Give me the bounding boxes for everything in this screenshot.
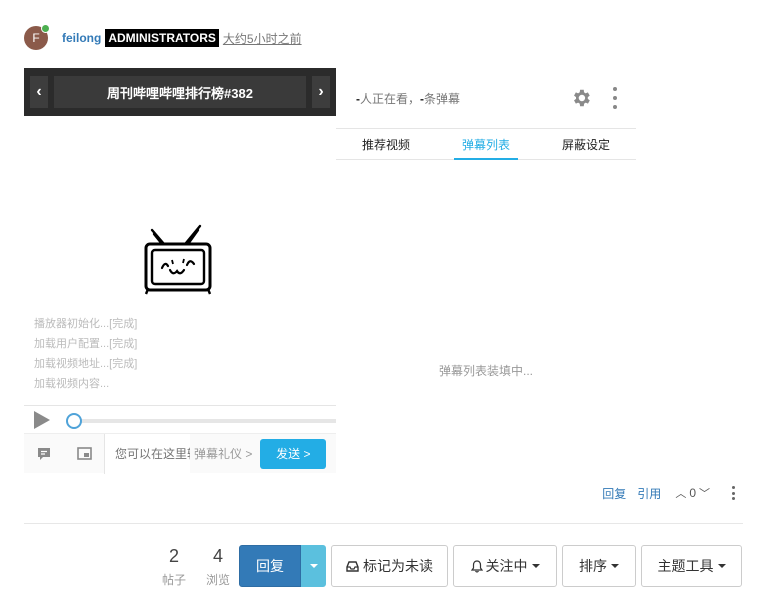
loading-message: 加载用户配置...[完成] bbox=[34, 338, 138, 350]
vote-count[interactable]: 0 bbox=[689, 486, 696, 500]
downvote-icon[interactable]: ﹀ bbox=[699, 485, 710, 501]
loading-messages: 播放器初始化...[完成] 加载用户配置...[完成] 加载视频地址...[完成… bbox=[34, 314, 137, 394]
group-badge[interactable]: ADMINISTRATORS bbox=[105, 29, 219, 47]
loading-message: 播放器初始化...[完成] bbox=[34, 318, 138, 330]
danmaku-style-button[interactable] bbox=[24, 434, 64, 474]
danmaku-side-panel: -人正在看，-条弹幕 推荐视频 弹幕列表 屏蔽设定 弹幕列表装填中... bbox=[336, 68, 636, 473]
watching-label: 关注中 bbox=[485, 558, 528, 574]
post-timeago-link[interactable]: 大约5小时之前 bbox=[223, 30, 302, 47]
vote-widget: ︿ 0 ﹀ bbox=[675, 485, 710, 501]
views-stat: 4 浏览 bbox=[198, 546, 238, 588]
danmaku-etiquette-link[interactable]: 弹幕礼仪 > bbox=[194, 445, 252, 462]
caret-down-icon bbox=[309, 564, 318, 568]
viewer-text: 人正在看， bbox=[360, 91, 421, 106]
video-player: ‹ 周刊哔哩哔哩排行榜#382 › 播放器初始化...[完成] 加载用户配置..… bbox=[24, 68, 336, 474]
video-screen[interactable]: 播放器初始化...[完成] 加载用户配置...[完成] 加载视频地址...[完成… bbox=[24, 116, 336, 405]
bell-icon bbox=[470, 559, 483, 573]
views-label: 浏览 bbox=[205, 573, 230, 587]
tab-block-settings[interactable]: 屏蔽设定 bbox=[536, 129, 636, 159]
danmaku-send-bar: 弹幕礼仪 > 发送 > bbox=[24, 433, 336, 474]
mark-unread-button[interactable]: 标记为未读 bbox=[331, 545, 448, 587]
posts-label: 帖子 bbox=[161, 573, 186, 587]
views-count: 4 bbox=[212, 546, 223, 566]
send-danmaku-button[interactable]: 发送 > bbox=[260, 438, 327, 469]
danmaku-toggle-button[interactable] bbox=[64, 434, 104, 474]
gear-icon[interactable] bbox=[570, 87, 592, 109]
username-link[interactable]: feilong bbox=[62, 31, 101, 45]
player-title-bar: ‹ 周刊哔哩哔哩排行榜#382 › bbox=[24, 68, 336, 116]
avatar[interactable]: F bbox=[24, 24, 50, 50]
upvote-icon[interactable]: ︿ bbox=[675, 485, 686, 501]
reply-link[interactable]: 回复 bbox=[602, 485, 626, 502]
side-panel-header: -人正在看，-条弹幕 bbox=[336, 68, 636, 128]
prev-video-button[interactable]: ‹ bbox=[30, 76, 48, 108]
viewer-info: -人正在看，-条弹幕 bbox=[356, 90, 460, 107]
posts-stat: 2 帖子 bbox=[154, 546, 194, 588]
caret-down-icon bbox=[717, 564, 726, 568]
post-menu-icon[interactable] bbox=[732, 486, 736, 500]
mark-unread-label: 标记为未读 bbox=[363, 558, 433, 574]
danmaku-list-loading: 弹幕列表装填中... bbox=[438, 364, 533, 378]
next-video-button[interactable]: › bbox=[312, 76, 330, 108]
loading-message: 加载视频地址...[完成] bbox=[34, 358, 138, 370]
chevron-right-icon: › bbox=[318, 83, 324, 100]
bilibili-tv-icon bbox=[144, 224, 212, 295]
post-actions: 回复 引用 ︿ 0 ﹀ bbox=[591, 484, 736, 502]
danmaku-input[interactable] bbox=[104, 433, 190, 474]
more-options-icon[interactable] bbox=[612, 87, 618, 109]
sort-label: 排序 bbox=[579, 558, 607, 574]
inbox-icon bbox=[346, 560, 359, 572]
tab-recommended-videos[interactable]: 推荐视频 bbox=[336, 129, 436, 159]
reply-button[interactable]: 回复 bbox=[239, 545, 301, 587]
tab-danmaku-list[interactable]: 弹幕列表 bbox=[436, 129, 536, 160]
danmaku-text: 条弹幕 bbox=[424, 91, 461, 106]
sort-button[interactable]: 排序 bbox=[562, 545, 636, 587]
chevron-left-icon: ‹ bbox=[36, 83, 42, 100]
progress-row bbox=[24, 405, 336, 433]
posts-count: 2 bbox=[168, 546, 179, 566]
screen-icon bbox=[76, 447, 92, 460]
side-panel-tabs: 推荐视频 弹幕列表 屏蔽设定 bbox=[336, 128, 636, 160]
caret-down-icon bbox=[611, 564, 619, 568]
loading-message: 加载视频内容... bbox=[34, 378, 110, 390]
progress-handle[interactable] bbox=[66, 413, 82, 429]
watching-button[interactable]: 关注中 bbox=[453, 545, 557, 587]
play-icon[interactable] bbox=[34, 410, 50, 429]
topic-tools-button[interactable]: 主题工具 bbox=[641, 545, 742, 587]
comment-icon bbox=[38, 447, 50, 460]
quote-link[interactable]: 引用 bbox=[637, 485, 661, 502]
topic-tools-label: 主题工具 bbox=[657, 558, 714, 574]
avatar-letter: F bbox=[32, 31, 40, 45]
post-header: F feilong ADMINISTRATORS 大约5小时之前 bbox=[24, 24, 302, 50]
caret-down-icon bbox=[531, 564, 540, 568]
reply-dropdown-button[interactable] bbox=[301, 545, 326, 587]
divider bbox=[24, 523, 743, 524]
online-status-dot bbox=[41, 24, 50, 33]
video-title: 周刊哔哩哔哩排行榜#382 bbox=[54, 76, 306, 108]
progress-track[interactable] bbox=[72, 419, 336, 423]
